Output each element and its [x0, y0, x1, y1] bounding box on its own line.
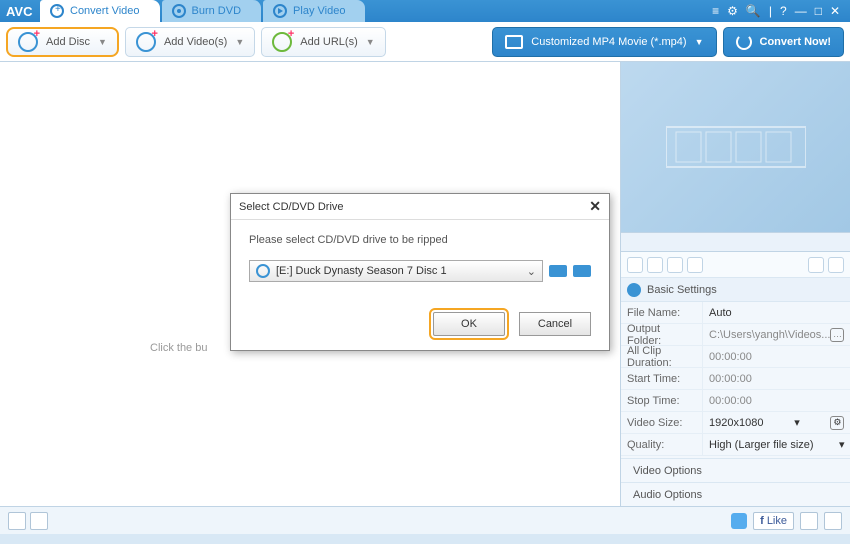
- tab-play-video[interactable]: Play Video: [263, 0, 365, 22]
- statusbar: fLike: [0, 506, 850, 534]
- disc-mode-icon-1[interactable]: [549, 265, 567, 277]
- minimize-icon[interactable]: —: [795, 4, 807, 18]
- convert-icon: [50, 4, 64, 18]
- dialog-titlebar: Select CD/DVD Drive ✕: [231, 194, 609, 220]
- label-quality: Quality:: [621, 434, 703, 456]
- play-button[interactable]: [627, 257, 643, 273]
- video-icon: [136, 32, 156, 52]
- tab-label: Convert Video: [70, 5, 140, 17]
- settings-grid: File Name: Auto Output Folder: C:\Users\…: [621, 302, 850, 456]
- select-drive-dialog: Select CD/DVD Drive ✕ Please select CD/D…: [230, 193, 610, 351]
- dialog-title: Select CD/DVD Drive: [239, 201, 344, 213]
- dialog-message: Please select CD/DVD drive to be ripped: [249, 234, 591, 246]
- next-button[interactable]: [30, 512, 48, 530]
- section-label: Audio Options: [633, 489, 702, 501]
- media-controls: [621, 252, 850, 278]
- maximize-icon[interactable]: □: [815, 4, 822, 18]
- stop-button[interactable]: [647, 257, 663, 273]
- window-controls: ≡ ⚙ 🔍 | ? — □ ✕: [712, 4, 850, 18]
- close-icon[interactable]: ✕: [589, 198, 601, 215]
- format-icon: [505, 35, 523, 49]
- chevron-down-icon: ⌄: [527, 265, 536, 278]
- refresh-icon: [736, 34, 752, 50]
- disc-icon: [18, 32, 38, 52]
- tab-label: Burn DVD: [192, 5, 242, 17]
- label-video-size: Video Size:: [621, 412, 703, 434]
- value-start-time[interactable]: 00:00:00: [703, 368, 850, 390]
- ok-button[interactable]: OK: [433, 312, 505, 336]
- effect-button[interactable]: [828, 257, 844, 273]
- video-options-header[interactable]: Video Options: [621, 458, 850, 482]
- titlebar: AVC Convert Video Burn DVD Play Video ≡ …: [0, 0, 850, 22]
- url-icon: [272, 32, 292, 52]
- chevron-down-icon: ▼: [695, 37, 704, 47]
- section-label: Basic Settings: [647, 284, 717, 296]
- toolbar: Add Disc ▼ Add Video(s) ▼ Add URL(s) ▼ C…: [0, 22, 850, 62]
- settings-icon: [627, 283, 641, 297]
- value-output-folder[interactable]: C:\Users\yangh\Videos...…: [703, 324, 850, 346]
- chevron-down-icon: ▼: [235, 37, 244, 47]
- profile-label: Customized MP4 Movie (*.mp4): [531, 36, 686, 48]
- add-urls-button[interactable]: Add URL(s) ▼: [261, 27, 385, 57]
- gear-icon[interactable]: ⚙: [830, 416, 844, 430]
- facebook-like-button[interactable]: fLike: [753, 512, 794, 530]
- search-icon[interactable]: 🔍: [746, 4, 761, 18]
- convert-now-button[interactable]: Convert Now!: [723, 27, 845, 57]
- value-video-size[interactable]: 1920x1080▾⚙: [703, 412, 850, 434]
- sidebar: Basic Settings File Name: Auto Output Fo…: [620, 62, 850, 506]
- button-label: Add Disc: [46, 36, 90, 48]
- basic-settings-header[interactable]: Basic Settings: [621, 278, 850, 302]
- help-icon[interactable]: ?: [780, 4, 787, 18]
- button-label: Convert Now!: [760, 36, 832, 48]
- seek-slider[interactable]: [621, 232, 850, 252]
- drive-selector[interactable]: [E:] Duck Dynasty Season 7 Disc 1 ⌄: [249, 260, 543, 282]
- preview-panel: [621, 62, 850, 232]
- cancel-button[interactable]: Cancel: [519, 312, 591, 336]
- gear-icon[interactable]: ⚙: [727, 4, 738, 18]
- label-output-folder: Output Folder:: [621, 324, 703, 346]
- audio-options-header[interactable]: Audio Options: [621, 482, 850, 506]
- selected-drive: [E:] Duck Dynasty Season 7 Disc 1: [276, 265, 447, 277]
- value-quality[interactable]: High (Larger file size)▾: [703, 434, 850, 456]
- label-all-clip-duration: All Clip Duration:: [621, 346, 703, 368]
- prev-button[interactable]: [8, 512, 26, 530]
- app-logo: AVC: [0, 4, 40, 19]
- disc-mode-icon-2[interactable]: [573, 265, 591, 277]
- divider: |: [769, 4, 772, 18]
- value-stop-time[interactable]: 00:00:00: [703, 390, 850, 412]
- main-tabs: Convert Video Burn DVD Play Video: [40, 0, 367, 22]
- chevron-down-icon: ▼: [98, 37, 107, 47]
- tab-burn-dvd[interactable]: Burn DVD: [162, 0, 262, 22]
- filmstrip-icon: [666, 117, 806, 177]
- disc-icon: [256, 264, 270, 278]
- button-label: Add URL(s): [300, 36, 357, 48]
- close-icon[interactable]: ✕: [830, 4, 840, 18]
- crop-button[interactable]: [808, 257, 824, 273]
- add-videos-button[interactable]: Add Video(s) ▼: [125, 27, 255, 57]
- twitter-icon[interactable]: [731, 513, 747, 529]
- button-label: Add Video(s): [164, 36, 227, 48]
- output-profile-selector[interactable]: Customized MP4 Movie (*.mp4) ▼: [492, 27, 716, 57]
- section-label: Video Options: [633, 465, 702, 477]
- tab-convert-video[interactable]: Convert Video: [40, 0, 160, 22]
- label-start-time: Start Time:: [621, 368, 703, 390]
- value-all-clip-duration: 00:00:00: [703, 346, 850, 368]
- burn-icon: [172, 4, 186, 18]
- add-disc-button[interactable]: Add Disc ▼: [6, 27, 119, 57]
- expand-button[interactable]: [800, 512, 818, 530]
- browse-icon[interactable]: …: [830, 328, 844, 342]
- value-file-name[interactable]: Auto: [703, 302, 850, 324]
- chevron-down-icon: ▼: [366, 37, 375, 47]
- menu-icon[interactable]: ≡: [712, 4, 719, 18]
- label-file-name: File Name:: [621, 302, 703, 324]
- label-stop-time: Stop Time:: [621, 390, 703, 412]
- tab-label: Play Video: [293, 5, 345, 17]
- volume-button[interactable]: [687, 257, 703, 273]
- placeholder-text: Click the bu: [150, 342, 207, 354]
- list-button[interactable]: [824, 512, 842, 530]
- snapshot-button[interactable]: [667, 257, 683, 273]
- play-icon: [273, 4, 287, 18]
